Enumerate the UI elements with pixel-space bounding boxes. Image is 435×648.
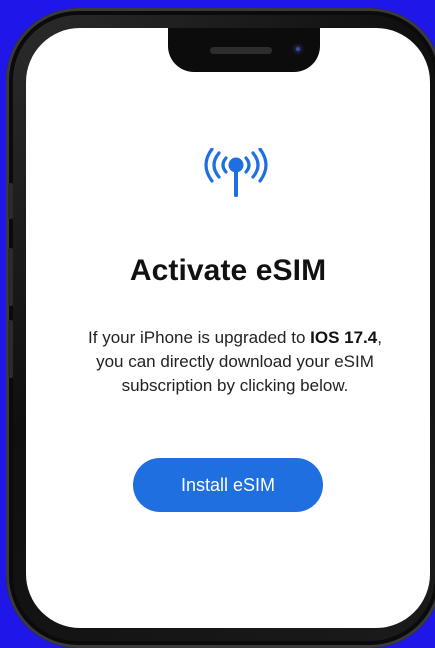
page-title: Activate eSIM — [129, 254, 327, 287]
notch — [168, 28, 320, 72]
description-ios-version: IOS 17.4 — [310, 328, 378, 347]
front-camera — [292, 43, 304, 55]
description-text: If your iPhone is upgraded to IOS 17.4, … — [80, 326, 390, 398]
antenna-broadcast-icon — [204, 148, 268, 197]
phone-screen: Activate eSIM If your iPhone is upgraded… — [26, 28, 430, 628]
volume-up-button — [8, 248, 13, 306]
speaker-grille — [210, 47, 272, 54]
volume-down-button — [8, 320, 13, 378]
mute-switch — [8, 183, 13, 219]
install-esim-button[interactable]: Install eSIM — [133, 458, 323, 512]
phone-frame: Activate eSIM If your iPhone is upgraded… — [6, 8, 435, 648]
description-part-1: If your iPhone is upgraded to — [88, 328, 311, 347]
